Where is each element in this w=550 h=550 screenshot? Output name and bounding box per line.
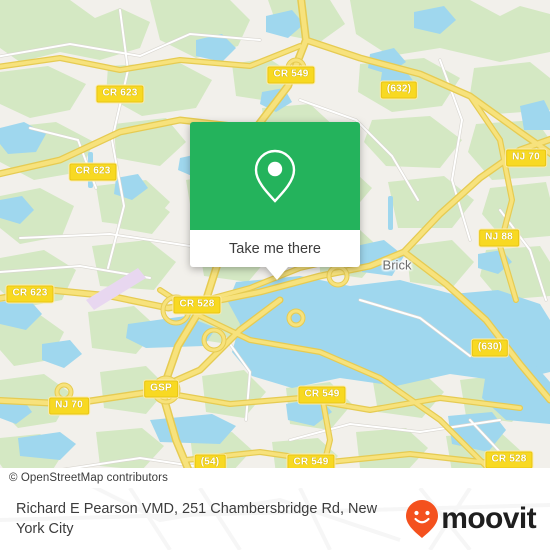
road-shield: (632) <box>380 81 418 99</box>
road-shield: CR 528 <box>173 296 221 314</box>
road-shield: CR 549 <box>298 386 346 404</box>
attribution-text: © OpenStreetMap contributors <box>9 472 168 484</box>
moovit-wordmark: moovit <box>441 502 536 535</box>
take-me-there-button[interactable]: Take me there <box>190 230 360 267</box>
map-pin-icon <box>254 149 296 203</box>
map-canvas[interactable]: CR 549 CR 623 (632) CR 623 NJ 70 NJ 88 CR 623 C… <box>0 0 550 488</box>
callout-header <box>190 122 360 230</box>
map-screenshot: CR 549 CR 623 (632) CR 623 NJ 70 NJ 88 CR 623 C… <box>0 0 550 550</box>
road-shield: (630) <box>471 339 509 357</box>
moovit-logo[interactable]: moovit <box>405 499 537 539</box>
location-callout-card[interactable]: Take me there <box>190 122 360 280</box>
moovit-smiley-pin-icon <box>406 500 439 538</box>
location-title: Richard E Pearson VMD, 251 Chambersbridg… <box>16 501 378 537</box>
footer-content: Richard E Pearson VMD, 251 Chambersbridg… <box>0 488 550 550</box>
road-shield: CR 549 <box>267 66 315 84</box>
road-shield: NJ 70 <box>506 149 546 167</box>
footer-bar: Richard E Pearson VMD, 251 Chambersbridg… <box>0 488 550 550</box>
map-attribution[interactable]: © OpenStreetMap contributors <box>0 468 550 488</box>
road-shield: NJ 70 <box>49 397 89 415</box>
road-shield: NJ 88 <box>479 229 519 247</box>
road-shield: GSP <box>144 380 178 398</box>
road-shield: CR 528 <box>485 451 533 469</box>
place-label: Brick <box>382 257 412 273</box>
take-me-there-label: Take me there <box>229 240 321 257</box>
road-shield: CR 623 <box>69 163 117 181</box>
road-shield: CR 623 <box>96 85 144 103</box>
road-shield: CR 623 <box>6 285 54 303</box>
callout-pointer-tail <box>266 267 288 280</box>
